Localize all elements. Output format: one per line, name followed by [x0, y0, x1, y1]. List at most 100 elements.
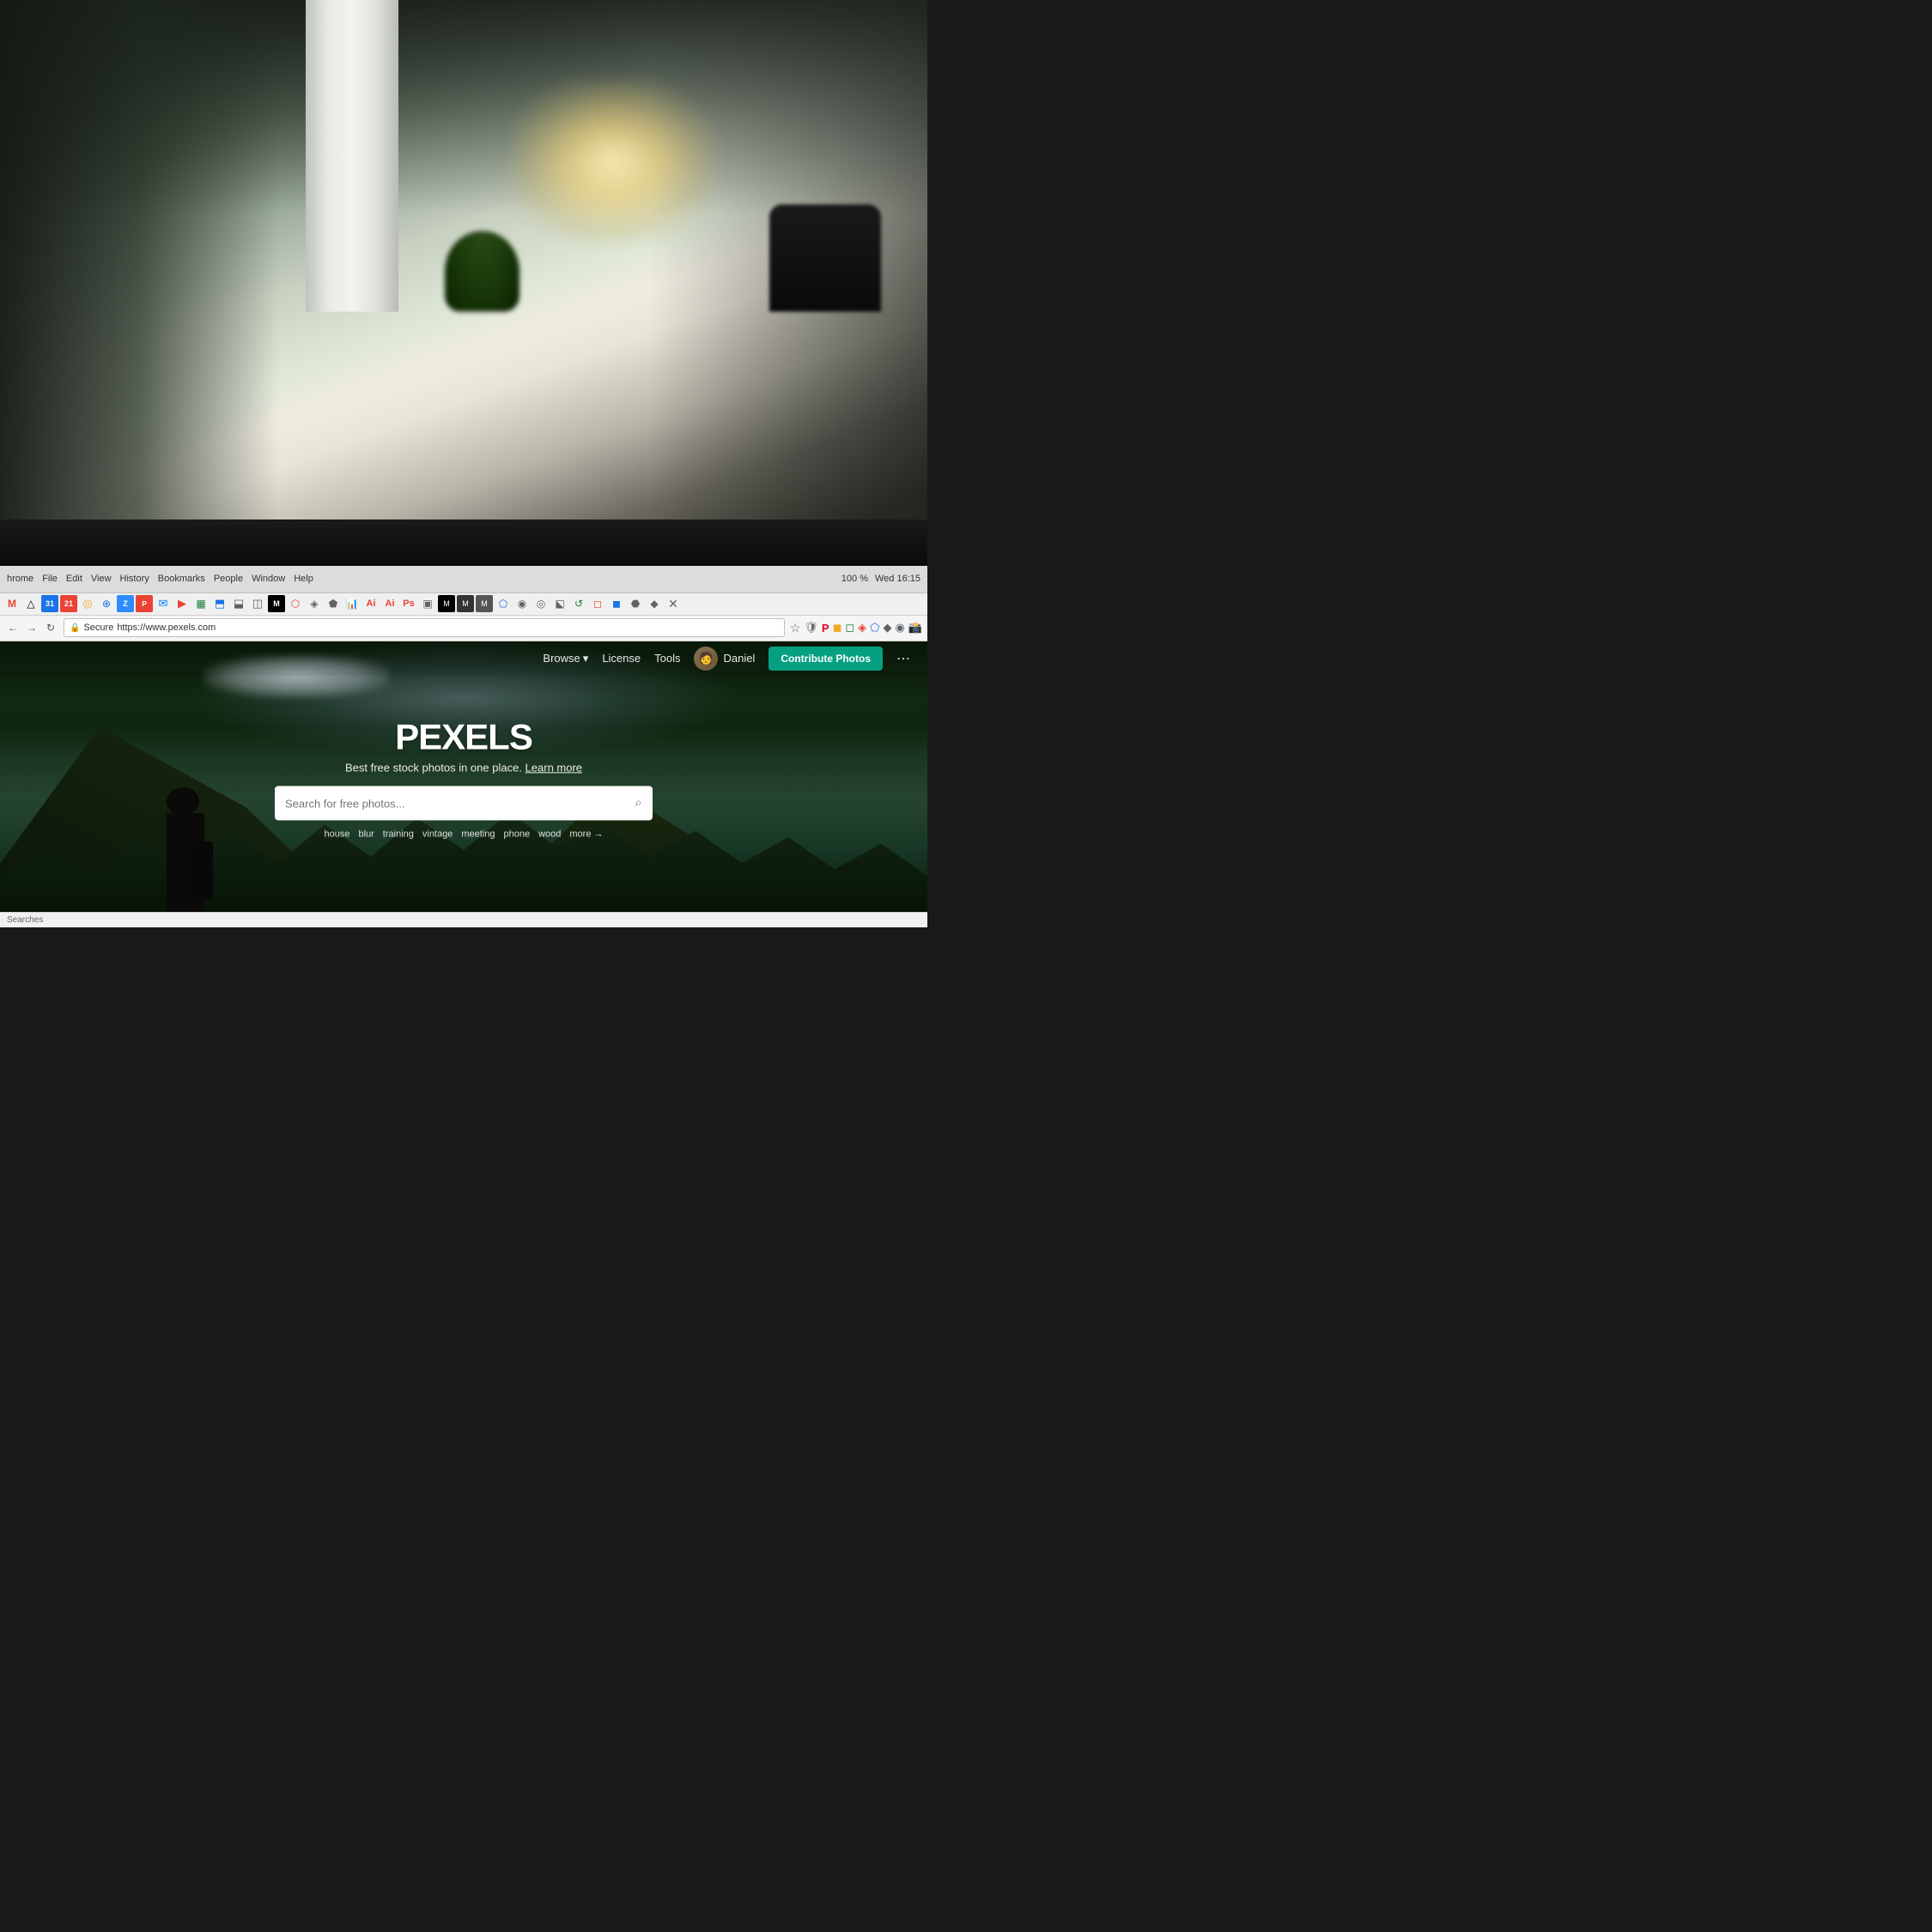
ext15-icon[interactable]: ◆	[646, 595, 663, 612]
chrome-menu-bar: hrome File Edit View History Bookmarks P…	[7, 574, 313, 584]
calendar2-icon[interactable]: 21	[60, 595, 77, 612]
url-bar[interactable]: 🔒 Secure https://www.pexels.com	[64, 618, 785, 637]
adobe1-icon[interactable]: Ai	[362, 595, 380, 612]
forward-button[interactable]: →	[24, 620, 39, 635]
menu-item-people[interactable]: People	[214, 574, 243, 584]
zoom-icon[interactable]: Z	[117, 595, 134, 612]
ext14-icon[interactable]: ⬣	[627, 595, 644, 612]
office-window-glow	[510, 81, 714, 242]
chrome-icon[interactable]: ⊕	[98, 595, 115, 612]
shield-icon[interactable]: 🛡	[804, 621, 818, 635]
google-drive-icon[interactable]: △	[22, 595, 39, 612]
title-bar-right: 100 % Wed 16:15	[841, 574, 920, 584]
ext1-icon[interactable]: ⬒	[211, 595, 228, 612]
tagline-text: Best free stock photos in one place.	[345, 762, 522, 775]
ext3-icon[interactable]: ◫	[249, 595, 266, 612]
status-text: Searches	[7, 915, 43, 925]
refresh-button[interactable]: ↻	[43, 620, 58, 635]
ext10-icon[interactable]: ◎	[532, 595, 550, 612]
search-tag-phone[interactable]: phone	[504, 829, 531, 840]
license-link[interactable]: License	[602, 652, 641, 665]
menu-item-view[interactable]: View	[91, 574, 112, 584]
menu-item-chrome[interactable]: hrome	[7, 574, 33, 584]
battery-info: 100 %	[841, 574, 868, 584]
menu-item-edit[interactable]: Edit	[66, 574, 82, 584]
ext-icon-3[interactable]: ◈	[858, 621, 866, 635]
instagram-icon[interactable]: 📸	[908, 621, 922, 635]
ext13-icon[interactable]: ◼	[608, 595, 625, 612]
nav-controls: ← → ↻	[5, 620, 58, 635]
ext5-icon[interactable]: ◈	[306, 595, 323, 612]
adobe2-icon[interactable]: Ai	[381, 595, 398, 612]
office-background-photo	[0, 0, 927, 538]
office-plant	[445, 231, 519, 312]
adobe3-icon[interactable]: Ps	[400, 595, 417, 612]
ext-icon-1[interactable]: ◼	[833, 621, 842, 635]
medium3-icon[interactable]: M	[457, 595, 474, 612]
search-input[interactable]	[285, 797, 628, 810]
search-tag-meeting[interactable]: meeting	[461, 829, 495, 840]
ext7-icon[interactable]: ▣	[419, 595, 436, 612]
user-name: Daniel	[723, 652, 755, 665]
search-tag-wood[interactable]: wood	[538, 829, 561, 840]
pinterest-icon[interactable]: P	[822, 622, 829, 635]
back-icon: ←	[8, 622, 18, 634]
close-tab-icon[interactable]: ✕	[665, 595, 682, 612]
chrome-nav-bar: ← → ↻ 🔒 Secure https://www.pexels.com ☆ …	[0, 616, 927, 641]
more-options-icon[interactable]: ⋯	[896, 650, 910, 667]
menu-item-window[interactable]: Window	[252, 574, 285, 584]
analytics-icon[interactable]: 📊	[343, 595, 361, 612]
messenger-icon[interactable]: ✉	[155, 595, 172, 612]
pdf-icon[interactable]: P	[136, 595, 153, 612]
chrome-title-bar: hrome File Edit View History Bookmarks P…	[0, 566, 927, 593]
ext8-icon[interactable]: ⬠	[495, 595, 512, 612]
menu-item-history[interactable]: History	[120, 574, 149, 584]
refresh-icon: ↻	[46, 622, 55, 634]
ext-icon-4[interactable]: ⬠	[870, 621, 879, 635]
search-tag-vintage[interactable]: vintage	[422, 829, 453, 840]
ext9-icon[interactable]: ◉	[513, 595, 531, 612]
ext12-icon[interactable]: ◻	[589, 595, 606, 612]
tools-link[interactable]: Tools	[654, 652, 680, 665]
search-tag-training[interactable]: training	[383, 829, 414, 840]
medium2-icon[interactable]: M	[438, 595, 455, 612]
monitor-bezel	[0, 519, 927, 566]
browse-dropdown[interactable]: Browse ▾	[543, 652, 588, 665]
back-button[interactable]: ←	[5, 620, 21, 635]
menu-item-file[interactable]: File	[42, 574, 58, 584]
search-tag-house[interactable]: house	[324, 829, 349, 840]
ext6-icon[interactable]: ⬟	[325, 595, 342, 612]
ext-icon-2[interactable]: ◻	[845, 621, 854, 635]
search-icon[interactable]: ⌕	[635, 796, 642, 811]
ext4-icon[interactable]: ⬡	[287, 595, 304, 612]
medium4-icon[interactable]: M	[476, 595, 493, 612]
person-backpack	[185, 841, 213, 899]
ext2-icon[interactable]: ⬓	[230, 595, 247, 612]
ext11-icon[interactable]: ⬕	[551, 595, 568, 612]
learn-more-link[interactable]: Learn more	[526, 762, 582, 775]
bookmark-star-icon[interactable]: ☆	[790, 621, 801, 635]
youtube-icon[interactable]: ▶	[173, 595, 191, 612]
sheets-icon[interactable]: ▦	[192, 595, 210, 612]
office-pillar	[306, 0, 398, 312]
gmail-icon[interactable]: M	[3, 595, 21, 612]
menu-item-help[interactable]: Help	[294, 574, 313, 584]
browser-window: hrome File Edit View History Bookmarks P…	[0, 566, 927, 927]
pexels-nav-right: Browse ▾ License Tools 🧑 Daniel Contribu…	[543, 647, 910, 671]
menu-item-bookmarks[interactable]: Bookmarks	[158, 574, 205, 584]
chrome-toolbar-icons: M △ 31 21 ◎ ⊕ Z P ✉ ▶ ▦ ⬒ ⬓ ◫ M ⬡ ◈ ⬟ 📊 …	[0, 593, 927, 616]
medium-icon[interactable]: M	[268, 595, 285, 612]
nav-bar-right: ☆ 🛡 P ◼ ◻ ◈ ⬠ ◆ ◉ 📸	[790, 621, 922, 635]
contribute-photos-button[interactable]: Contribute Photos	[769, 647, 883, 671]
recycle-icon[interactable]: ↺	[570, 595, 587, 612]
calendar-icon[interactable]: 31	[41, 595, 58, 612]
ext-icon-5[interactable]: ◆	[883, 621, 891, 635]
ext-icon-6[interactable]: ◉	[895, 621, 904, 635]
avatar: 🧑	[694, 647, 718, 671]
office-chair	[769, 204, 881, 312]
vpn-icon[interactable]: ◎	[79, 595, 96, 612]
url-display: https://www.pexels.com	[117, 623, 216, 633]
search-tag-blur[interactable]: blur	[358, 829, 374, 840]
user-section: 🧑 Daniel	[694, 647, 755, 671]
search-more-tags[interactable]: more →	[569, 829, 603, 840]
